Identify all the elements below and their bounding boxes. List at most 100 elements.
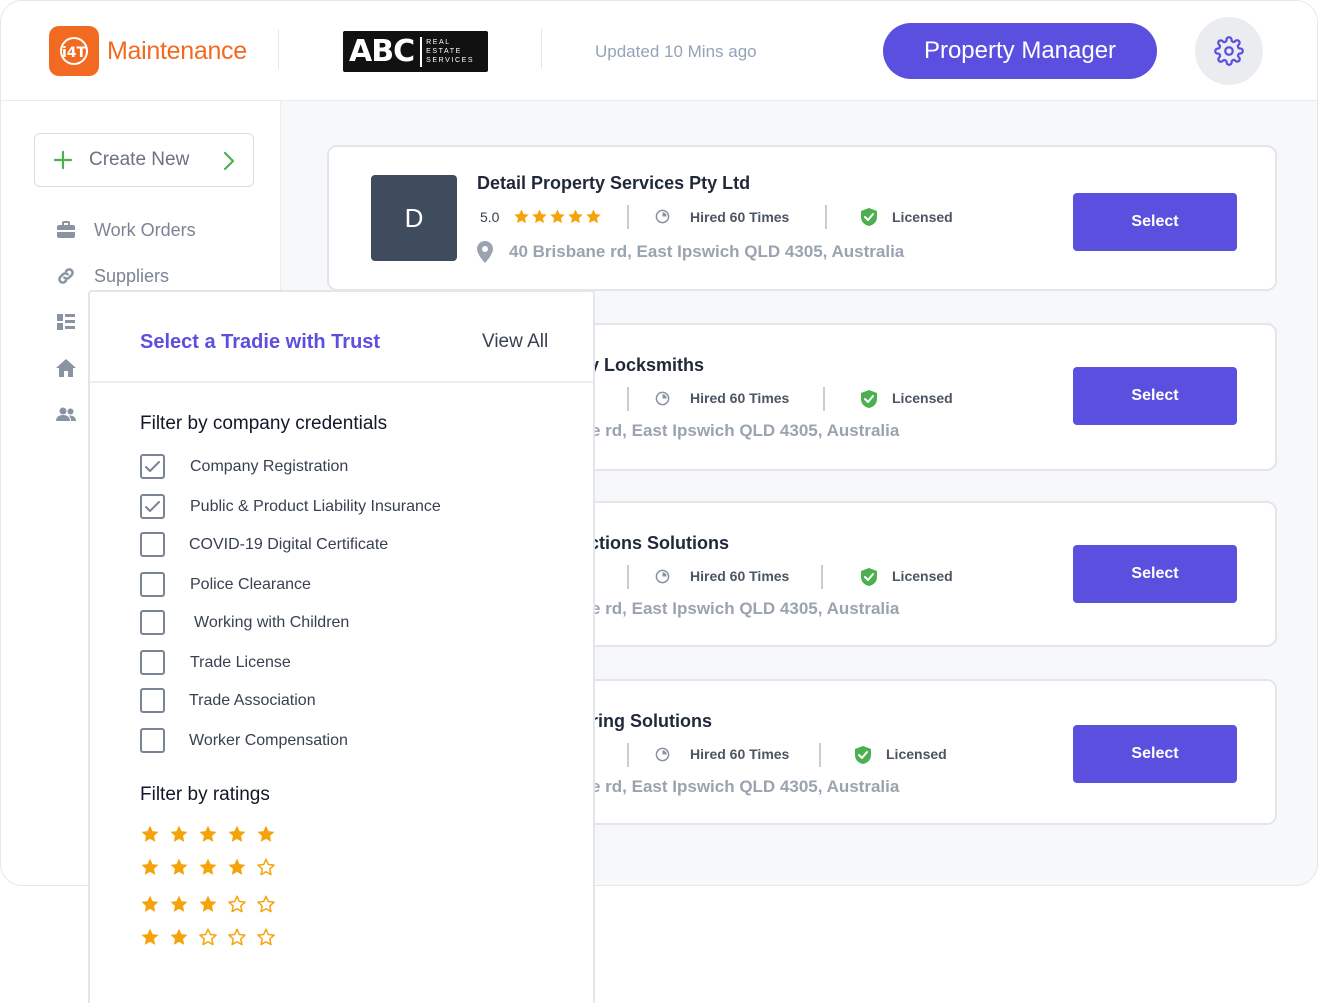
checkbox-unchecked[interactable] [140,532,165,557]
divider [823,387,825,411]
agency-logo-line: ESTATE [426,48,462,55]
ratings-section-title: Filter by ratings [140,784,270,805]
hired-count: Hired 60 Times [690,209,790,225]
select-supplier-button[interactable]: Select [1073,367,1237,425]
check-icon [145,460,160,472]
hired-history-icon [655,391,670,406]
credential-label: Public & Product Liability Insurance [190,497,441,515]
people-icon [55,403,77,425]
plus-icon [53,150,73,170]
sidebar-item-suppliers[interactable]: Suppliers [55,265,169,287]
link-icon [55,265,77,287]
credential-filter-row[interactable]: Trade Association [140,688,316,713]
divider [627,205,629,229]
hired-history-icon [655,209,670,224]
star-outline-icon [257,928,275,946]
star-filled-icon [170,825,188,842]
credential-filter-row[interactable]: COVID-19 Digital Certificate [140,532,388,557]
select-supplier-button[interactable]: Select [1073,545,1237,603]
star-outline-icon [257,858,275,876]
star-filled-icon [550,209,565,224]
checkbox-unchecked[interactable] [140,650,165,675]
supplier-name: Detail Property Services Pty Ltd [477,173,751,193]
checkbox-unchecked[interactable] [140,728,165,753]
create-new-button[interactable]: Create New [34,133,254,187]
star-filled-icon [199,858,217,875]
supplier-star-rating [513,208,602,225]
sidebar-item-work-orders[interactable]: Work Orders [55,219,196,241]
credential-label: Police Clearance [190,575,311,593]
updated-status: Updated 10 Mins ago [595,42,757,61]
star-outline-icon [228,928,246,946]
rating-filter-4[interactable] [140,857,276,877]
sidebar-item-people[interactable] [55,403,77,425]
supplier-avatar: D [371,175,457,261]
sidebar-item-dashboard[interactable] [55,311,77,333]
star-filled-icon [170,895,188,912]
filter-panel: Select a Tradie with Trust View All Filt… [88,290,595,1003]
header-divider [541,29,542,69]
agency-logo-sub: REAL ESTATE SERVICES [420,36,475,67]
star-filled-icon [514,209,529,224]
create-new-label: Create New [89,149,190,170]
agency-logo-letters: ABC [349,34,415,69]
star-filled-icon [170,858,188,875]
credential-filter-row[interactable]: Police Clearance [140,572,311,597]
license-status: Licensed [886,746,947,762]
star-filled-icon [199,825,217,842]
header-divider [278,29,279,69]
sidebar-item-home[interactable] [55,357,77,379]
sidebar-item-label: Suppliers [94,265,170,286]
star-filled-icon [199,895,217,912]
hired-history-icon [655,747,670,762]
rating-filter-3[interactable] [140,894,276,914]
checkbox-unchecked[interactable] [140,572,165,597]
supplier-card: D Detail Property Services Pty Ltd 5.0 H… [327,145,1277,291]
credential-label: Trade License [190,653,291,671]
settings-button[interactable] [1195,17,1263,85]
property-manager-button[interactable]: Property Manager [883,23,1157,79]
star-filled-icon [568,209,583,224]
star-filled-icon [141,928,159,945]
divider [627,743,629,767]
divider [821,565,823,589]
briefcase-icon [55,219,77,241]
credentials-section-title: Filter by company credentials [140,413,388,434]
shield-check-icon [861,390,877,408]
shield-check-icon [855,746,871,764]
checkbox-unchecked[interactable] [140,688,165,713]
credential-filter-row[interactable]: Trade License [140,650,291,675]
credential-filter-row[interactable]: Working with Children [140,610,349,635]
agency-logo-line: REAL [426,39,451,46]
supplier-address: e rd, East Ipswich QLD 4305, Australia [591,599,900,618]
select-supplier-button[interactable]: Select [1073,725,1237,783]
credential-filter-row[interactable]: Public & Product Liability Insurance [140,494,441,519]
star-filled-icon [257,825,275,842]
rating-filter-2[interactable] [140,927,276,947]
divider [627,565,629,589]
hired-count: Hired 60 Times [690,568,790,584]
license-status: Licensed [892,209,953,225]
brand-logo-icon: i4T [49,26,99,76]
checkbox-unchecked[interactable] [140,610,165,635]
credential-filter-row[interactable]: Company Registration [140,454,348,479]
license-status: Licensed [892,390,953,406]
sidebar-item-label: Work Orders [94,219,196,240]
star-outline-icon [199,928,217,946]
supplier-name: ring Solutions [591,711,712,731]
view-all-link[interactable]: View All [482,331,548,353]
credential-label: Worker Compensation [189,731,348,749]
star-filled-icon [532,209,547,224]
divider [825,205,827,229]
supplier-name: y Locksmiths [589,355,705,375]
checkbox-checked[interactable] [140,454,165,479]
agency-logo-line: SERVICES [426,57,475,64]
checkbox-checked[interactable] [140,494,165,519]
brand[interactable]: i4T Maintenance [49,26,247,76]
select-supplier-button[interactable]: Select [1073,193,1237,251]
location-pin-icon [477,241,493,263]
star-filled-icon [141,825,159,842]
credential-label: Working with Children [194,613,350,631]
credential-filter-row[interactable]: Worker Compensation [140,728,348,753]
rating-filter-5[interactable] [140,824,276,844]
